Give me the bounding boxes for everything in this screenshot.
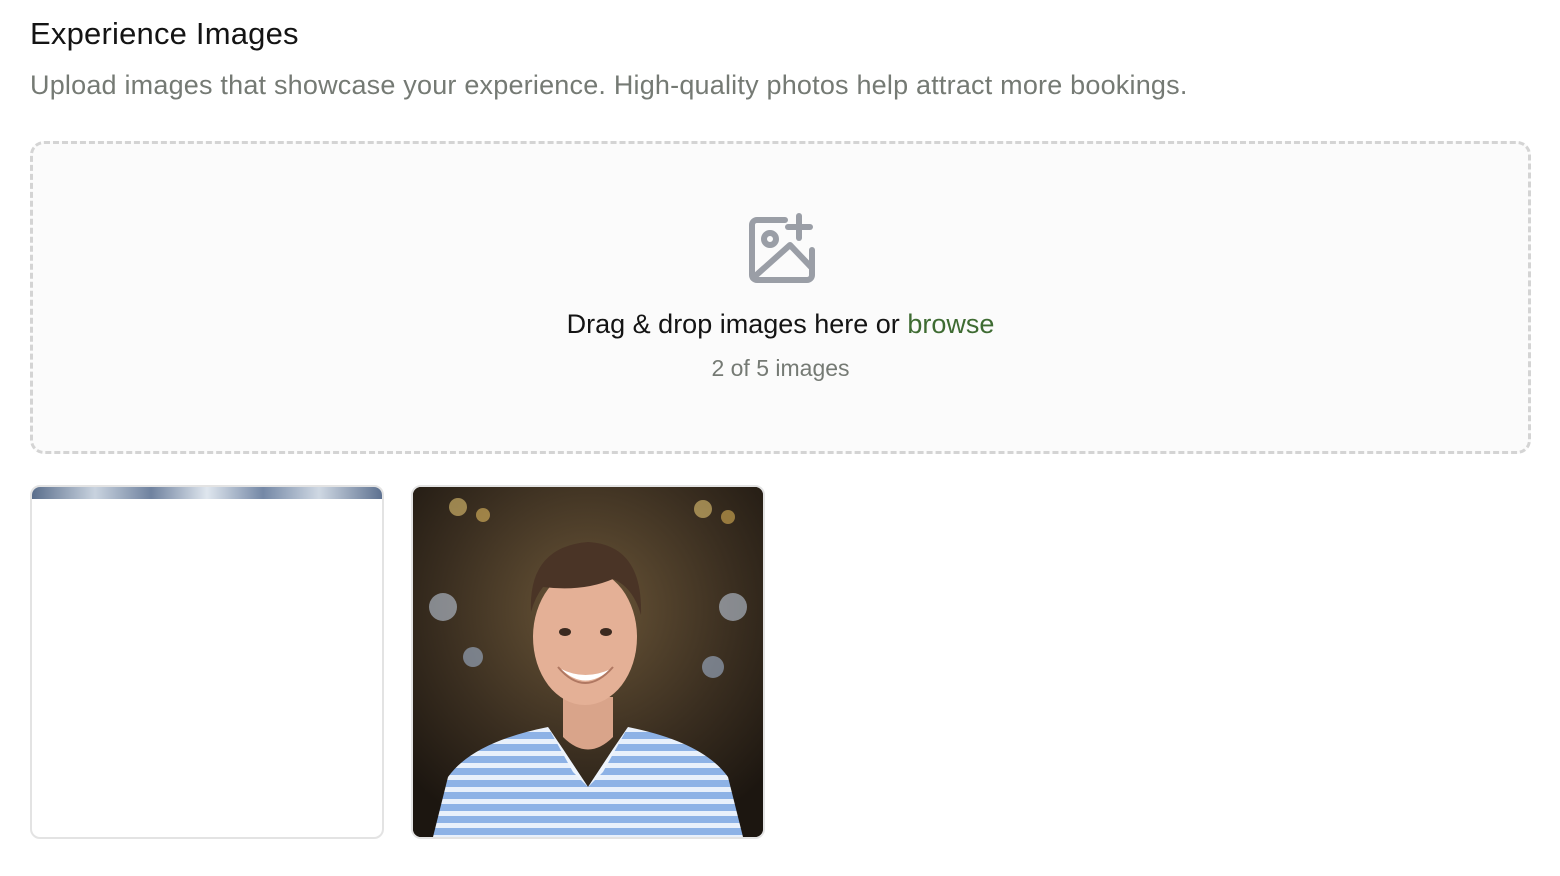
dropzone-prompt-text: Drag & drop images here or	[566, 309, 908, 339]
image-count: 2 of 5 images	[711, 355, 850, 381]
section-title: Experience Images	[30, 16, 299, 51]
portrait-photo	[413, 487, 763, 837]
image-plus-icon	[749, 213, 815, 283]
image-dropzone[interactable]: Drag & drop images here or browse 2 of 5…	[30, 141, 1531, 454]
image-loading-preview	[32, 487, 382, 499]
dropzone-prompt: Drag & drop images here or browse	[33, 309, 1528, 340]
browse-link[interactable]: browse	[907, 309, 994, 339]
uploaded-image-2[interactable]	[411, 485, 765, 839]
section-description: Upload images that showcase your experie…	[30, 70, 1188, 100]
uploaded-image-1[interactable]	[30, 485, 384, 839]
